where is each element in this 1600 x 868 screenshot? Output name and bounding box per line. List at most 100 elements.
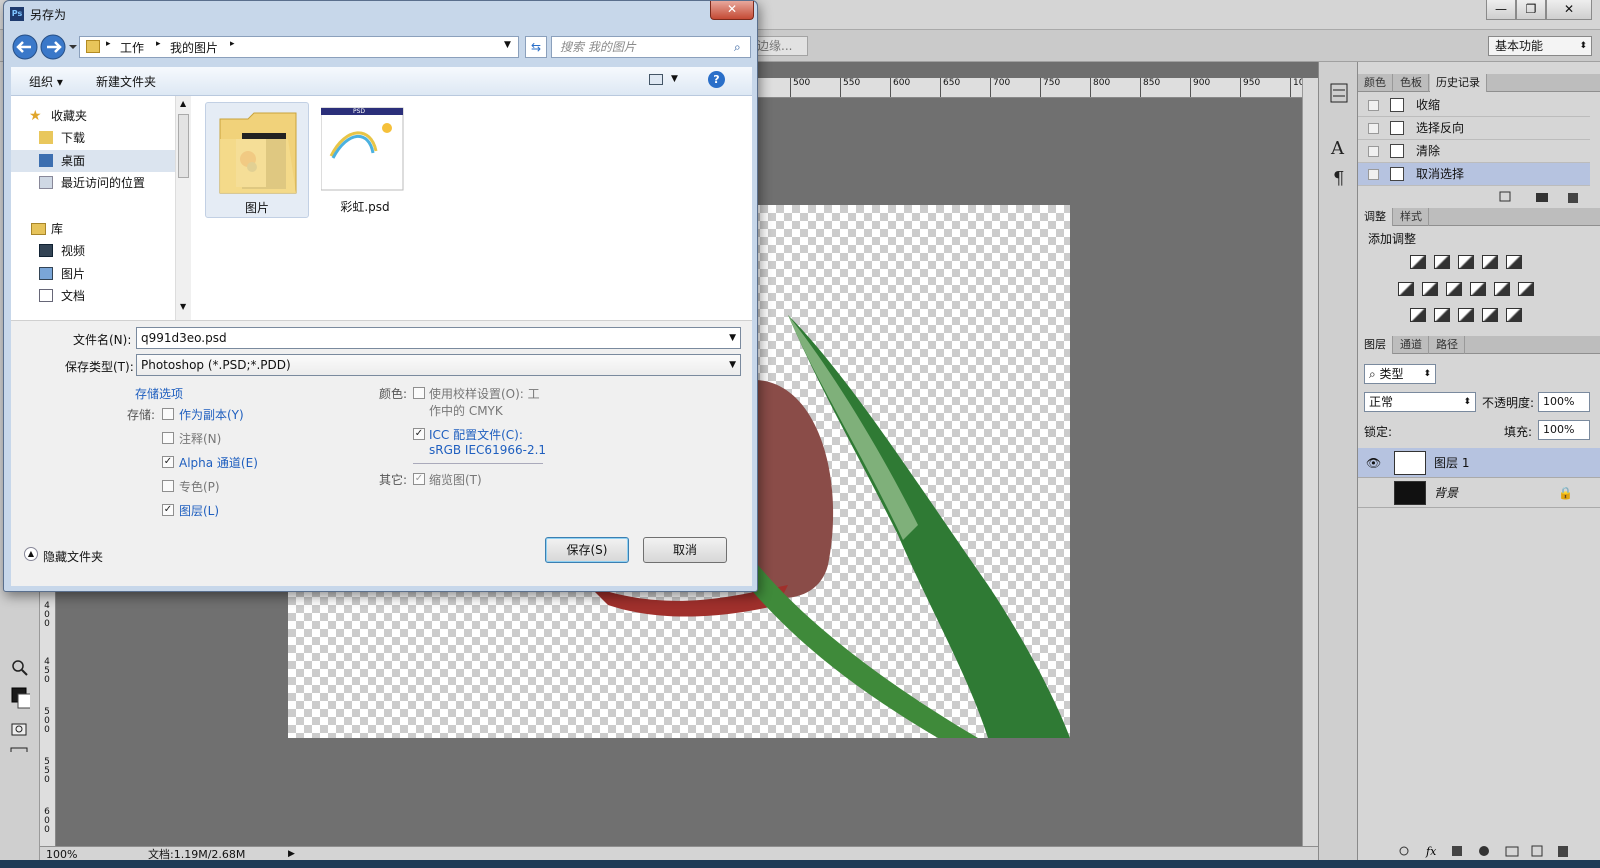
nav-favorites[interactable]: ★ 收藏夹: [11, 105, 175, 127]
gradient-map-icon[interactable]: [1482, 308, 1498, 322]
filename-value: q991d3eo.psd: [141, 331, 227, 345]
dialog-close-button[interactable]: ✕: [710, 1, 754, 20]
workspace-select[interactable]: 基本功能 ⬍: [1488, 36, 1592, 56]
save-button[interactable]: 保存(S): [545, 537, 629, 563]
tab-history[interactable]: 历史记录: [1430, 74, 1487, 92]
nav-library[interactable]: 库: [11, 218, 175, 240]
new-folder-button[interactable]: 新建文件夹: [96, 73, 156, 90]
hue-icon[interactable]: [1398, 282, 1414, 296]
other-label: 其它:: [379, 473, 408, 487]
view-icon[interactable]: [649, 74, 663, 85]
threshold-icon[interactable]: [1458, 308, 1474, 322]
history-footer-icons[interactable]: [1496, 190, 1596, 204]
spot-checkbox[interactable]: [162, 480, 174, 492]
alpha-checkbox[interactable]: ✓: [162, 456, 174, 468]
tab-channels[interactable]: 通道: [1394, 336, 1429, 354]
refresh-icon[interactable]: ⇆: [525, 36, 547, 58]
breadcrumb-item[interactable]: 我的图片: [170, 39, 218, 56]
tab-layers[interactable]: 图层: [1358, 336, 1393, 354]
minimize-button[interactable]: —: [1486, 0, 1516, 20]
search-icon[interactable]: ⌕: [734, 37, 741, 57]
filetype-value: Photoshop (*.PSD;*.PDD): [141, 358, 291, 372]
brightness-icon[interactable]: [1410, 255, 1426, 269]
layer-row[interactable]: 背景 🔒: [1358, 478, 1600, 508]
hide-folders-button[interactable]: 隐藏文件夹: [43, 548, 103, 565]
nav-videos[interactable]: 视频: [11, 240, 175, 262]
nav-pictures[interactable]: 图片: [11, 263, 175, 285]
history-item[interactable]: 清除: [1358, 140, 1590, 163]
tab-swatches[interactable]: 色板: [1394, 74, 1429, 92]
tab-adjustments[interactable]: 调整: [1358, 208, 1393, 226]
balance-icon[interactable]: [1422, 282, 1438, 296]
nav-recent[interactable]: 最近访问的位置: [11, 172, 175, 194]
nav-scrollbar[interactable]: ▲ ▼: [175, 96, 191, 320]
chevron-down-icon: ▼: [180, 302, 187, 311]
document-icon: [1390, 144, 1404, 158]
layers-checkbox[interactable]: ✓: [162, 504, 174, 516]
curves-icon[interactable]: [1458, 255, 1474, 269]
layer-filter-select[interactable]: ⌕ 类型 ⬍: [1364, 364, 1436, 384]
nav-downloads[interactable]: 下载: [11, 127, 175, 149]
photo-filter-icon[interactable]: [1470, 282, 1486, 296]
close-button[interactable]: ✕: [1546, 0, 1592, 20]
exposure-icon[interactable]: [1482, 255, 1498, 269]
help-button[interactable]: ?: [708, 71, 725, 88]
cancel-button[interactable]: 取消: [643, 537, 727, 563]
history-item[interactable]: 选择反向: [1358, 117, 1590, 140]
fill-input[interactable]: 100%: [1538, 420, 1590, 440]
layers-footer-icons[interactable]: fx: [1398, 844, 1598, 858]
posterize-icon[interactable]: [1434, 308, 1450, 322]
eye-icon[interactable]: 👁: [1366, 448, 1381, 478]
layer-row[interactable]: 👁 图层 1: [1358, 448, 1600, 478]
vertical-scrollbar[interactable]: [1302, 78, 1318, 846]
nav-arrows[interactable]: [11, 33, 77, 61]
photoshop-icon: Ps: [10, 7, 24, 21]
proof-checkbox[interactable]: [413, 387, 425, 399]
history-item[interactable]: 取消选择: [1358, 163, 1590, 186]
opacity-input[interactable]: 100%: [1538, 392, 1590, 412]
filename-label: 文件名(N):: [73, 333, 132, 347]
nav-desktop[interactable]: 桌面: [11, 150, 175, 172]
file-item[interactable]: PSD 彩虹.psd: [315, 102, 415, 218]
chevron-down-icon[interactable]: ▼: [504, 40, 511, 50]
chevron-down-icon[interactable]: ▼: [729, 328, 736, 348]
notes-checkbox[interactable]: [162, 432, 174, 444]
bw-icon[interactable]: [1446, 282, 1462, 296]
blend-mode-select[interactable]: 正常 ⬍: [1364, 392, 1476, 412]
history-item[interactable]: 收缩: [1358, 94, 1590, 117]
lookup-icon[interactable]: [1518, 282, 1534, 296]
tab-styles[interactable]: 样式: [1394, 208, 1429, 226]
tab-paths[interactable]: 路径: [1430, 336, 1465, 354]
thumbnail-option: 缩览图(T): [429, 473, 482, 487]
icc-checkbox[interactable]: ✓: [413, 428, 425, 440]
ruler-tick: 900: [1190, 78, 1210, 97]
thumbnail-checkbox[interactable]: ✓: [413, 473, 425, 485]
nav-label: 视频: [61, 244, 86, 258]
history-panel-tabs: 颜色 色板 历史记录: [1358, 74, 1600, 92]
scroll-thumb[interactable]: [178, 114, 189, 178]
copy-checkbox[interactable]: [162, 408, 174, 420]
mixer-icon[interactable]: [1494, 282, 1510, 296]
nav-label: 库: [51, 222, 64, 236]
breadcrumb-item[interactable]: 工作: [120, 39, 144, 56]
nav-documents[interactable]: 文档: [11, 285, 175, 307]
refine-edge-button[interactable]: 边缘...: [752, 36, 808, 56]
filetype-select[interactable]: Photoshop (*.PSD;*.PDD) ▼: [136, 354, 741, 376]
tab-color[interactable]: 颜色: [1358, 74, 1393, 92]
vibrance-icon[interactable]: [1506, 255, 1522, 269]
address-bar[interactable]: ▸ 工作 ▸ 我的图片 ▸ ▼: [79, 36, 519, 58]
filename-input[interactable]: q991d3eo.psd ▼: [136, 327, 741, 349]
organize-button[interactable]: 组织 ▾: [29, 73, 63, 90]
chevron-down-icon[interactable]: ▼: [671, 74, 678, 84]
search-input[interactable]: 搜索 我的图片 ⌕: [551, 36, 751, 58]
file-item[interactable]: 图片: [205, 102, 309, 218]
blend-mode-value: 正常: [1369, 395, 1394, 409]
panel-dock-icons[interactable]: A ¶: [1329, 82, 1349, 192]
selective-color-icon[interactable]: [1506, 308, 1522, 322]
chevron-up-icon[interactable]: ▲: [24, 547, 38, 561]
chevron-down-icon[interactable]: ▼: [729, 355, 736, 375]
invert-icon[interactable]: [1410, 308, 1426, 322]
restore-button[interactable]: ❐: [1516, 0, 1546, 20]
tool-icons[interactable]: [10, 602, 30, 752]
levels-icon[interactable]: [1434, 255, 1450, 269]
